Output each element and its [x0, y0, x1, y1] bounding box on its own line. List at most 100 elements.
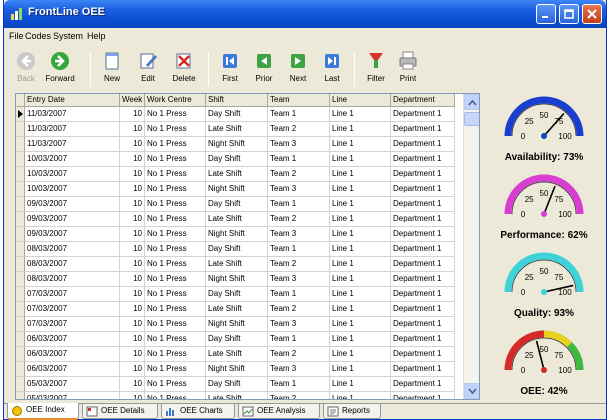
col-team-cell[interactable]: Team 2 [268, 167, 330, 182]
col-work-centre-cell[interactable]: No 1 Press [145, 317, 206, 332]
col-department-cell[interactable]: Department 1 [391, 137, 455, 152]
col-work-centre-cell[interactable]: No 1 Press [145, 152, 206, 167]
col-department-cell[interactable]: Department 1 [391, 332, 455, 347]
table-row[interactable]: 06/03/2007 10 No 1 Press Late Shift Team 2 Li… [16, 347, 465, 362]
col-shift-cell[interactable]: Late Shift [206, 257, 268, 272]
scroll-down-button[interactable] [464, 383, 479, 399]
col-entry-date-cell[interactable]: 11/03/2007 [25, 137, 120, 152]
col-week-cell[interactable]: 10 [120, 362, 145, 377]
row-indicator[interactable] [16, 182, 25, 197]
col-shift-cell[interactable]: Late Shift [206, 167, 268, 182]
minimize-button[interactable] [536, 4, 556, 24]
col-line-cell[interactable]: Line 1 [330, 257, 391, 272]
scroll-up-button[interactable] [464, 94, 479, 110]
col-team-cell[interactable]: Team 3 [268, 182, 330, 197]
col-week-cell[interactable]: 10 [120, 107, 145, 122]
title-bar[interactable]: FrontLine OEE [4, 0, 606, 28]
col-week-cell[interactable]: 10 [120, 272, 145, 287]
col-shift-cell[interactable]: Day Shift [206, 377, 268, 392]
col-week-cell[interactable]: 10 [120, 287, 145, 302]
col-entry-date-cell[interactable]: 11/03/2007 [25, 107, 120, 122]
col-team-cell[interactable]: Team 3 [268, 272, 330, 287]
col-work-centre-cell[interactable]: No 1 Press [145, 362, 206, 377]
col-team-cell[interactable]: Team 2 [268, 257, 330, 272]
col-entry-date-cell[interactable]: 05/03/2007 [25, 377, 120, 392]
col-line-cell[interactable]: Line 1 [330, 152, 391, 167]
table-row[interactable]: 08/03/2007 10 No 1 Press Night Shift Team 3L… [16, 272, 465, 287]
table-row[interactable]: 09/03/2007 10 No 1 Press Late Shift Team 2 Li… [16, 212, 465, 227]
scroll-thumb[interactable] [464, 112, 479, 126]
col-shift-cell[interactable]: Late Shift [206, 392, 268, 399]
col-week-cell[interactable]: 10 [120, 182, 145, 197]
col-entry-date-cell[interactable]: 07/03/2007 [25, 317, 120, 332]
col-work-centre-cell[interactable]: No 1 Press [145, 167, 206, 182]
col-week-cell[interactable]: 10 [120, 347, 145, 362]
row-indicator[interactable] [16, 362, 25, 377]
col-work-centre-cell[interactable]: No 1 Press [145, 212, 206, 227]
col-team-cell[interactable]: Team 2 [268, 122, 330, 137]
col-shift-cell[interactable]: Day Shift [206, 152, 268, 167]
col-line-cell[interactable]: Line 1 [330, 347, 391, 362]
grid-vertical-scrollbar[interactable] [463, 94, 479, 399]
row-indicator[interactable] [16, 317, 25, 332]
col-line-cell[interactable]: Line 1 [330, 392, 391, 399]
row-indicator[interactable] [16, 272, 25, 287]
col-entry-date-cell[interactable]: 06/03/2007 [25, 332, 120, 347]
row-indicator[interactable] [16, 332, 25, 347]
col-department-cell[interactable]: Department 1 [391, 302, 455, 317]
menu-codes[interactable]: Codes [25, 31, 51, 41]
row-indicator[interactable] [16, 227, 25, 242]
col-team-cell[interactable]: Team 1 [268, 152, 330, 167]
col-department-cell[interactable]: Department 1 [391, 287, 455, 302]
table-row[interactable]: 08/03/2007 10 No 1 Press Late Shift Team 2 Li… [16, 257, 465, 272]
row-indicator[interactable] [16, 347, 25, 362]
table-row[interactable]: 09/03/2007 10 No 1 Press Night Shift Team 3L… [16, 227, 465, 242]
col-team-cell[interactable]: Team 3 [268, 362, 330, 377]
col-line-cell[interactable]: Line 1 [330, 167, 391, 182]
col-team-cell[interactable]: Team 1 [268, 287, 330, 302]
col-week-cell[interactable]: 10 [120, 227, 145, 242]
edit-button[interactable]: Edit [128, 48, 168, 90]
col-shift-cell[interactable]: Day Shift [206, 107, 268, 122]
col-work-centre-cell[interactable]: No 1 Press [145, 197, 206, 212]
col-entry-date-cell[interactable]: 10/03/2007 [25, 152, 120, 167]
col-department-cell[interactable]: Department 1 [391, 197, 455, 212]
col-line-cell[interactable]: Line 1 [330, 182, 391, 197]
col-line-cell[interactable]: Line 1 [330, 107, 391, 122]
col-department-cell[interactable]: Department 1 [391, 317, 455, 332]
col-work-centre-header[interactable]: Work Centre [145, 94, 206, 107]
col-department-cell[interactable]: Department 1 [391, 362, 455, 377]
col-entry-date-cell[interactable]: 08/03/2007 [25, 272, 120, 287]
table-row[interactable]: 05/03/2007 10 No 1 Press Late Shift Team 2 Li… [16, 392, 465, 399]
row-indicator[interactable] [16, 107, 25, 122]
col-shift-cell[interactable]: Day Shift [206, 197, 268, 212]
row-indicator[interactable] [16, 392, 25, 399]
col-entry-date-cell[interactable]: 09/03/2007 [25, 197, 120, 212]
menu-file[interactable]: File [9, 31, 24, 41]
col-shift-cell[interactable]: Night Shift [206, 227, 268, 242]
table-row[interactable]: 09/03/2007 10 No 1 Press Day Shift Team 1 Lin… [16, 197, 465, 212]
col-team-cell[interactable]: Team 3 [268, 317, 330, 332]
col-entry-date-cell[interactable]: 07/03/2007 [25, 287, 120, 302]
col-line-cell[interactable]: Line 1 [330, 137, 391, 152]
col-work-centre-cell[interactable]: No 1 Press [145, 272, 206, 287]
col-line-header[interactable]: Line [330, 94, 391, 107]
row-indicator[interactable] [16, 242, 25, 257]
col-week-cell[interactable]: 10 [120, 332, 145, 347]
forward-button[interactable]: Forward [40, 48, 80, 90]
row-indicator[interactable] [16, 167, 25, 182]
col-entry-date-header[interactable]: Entry Date [25, 94, 120, 107]
col-department-cell[interactable]: Department 1 [391, 107, 455, 122]
col-week-cell[interactable]: 10 [120, 197, 145, 212]
table-row[interactable]: 10/03/2007 10 No 1 Press Night Shift Team 3L… [16, 182, 465, 197]
col-team-cell[interactable]: Team 3 [268, 227, 330, 242]
col-team-cell[interactable]: Team 1 [268, 197, 330, 212]
col-shift-cell[interactable]: Day Shift [206, 287, 268, 302]
col-department-cell[interactable]: Department 1 [391, 377, 455, 392]
col-line-cell[interactable]: Line 1 [330, 317, 391, 332]
col-line-cell[interactable]: Line 1 [330, 197, 391, 212]
col-entry-date-cell[interactable]: 08/03/2007 [25, 242, 120, 257]
col-work-centre-cell[interactable]: No 1 Press [145, 302, 206, 317]
print-button[interactable]: Print [388, 48, 428, 90]
close-button[interactable] [582, 4, 602, 24]
